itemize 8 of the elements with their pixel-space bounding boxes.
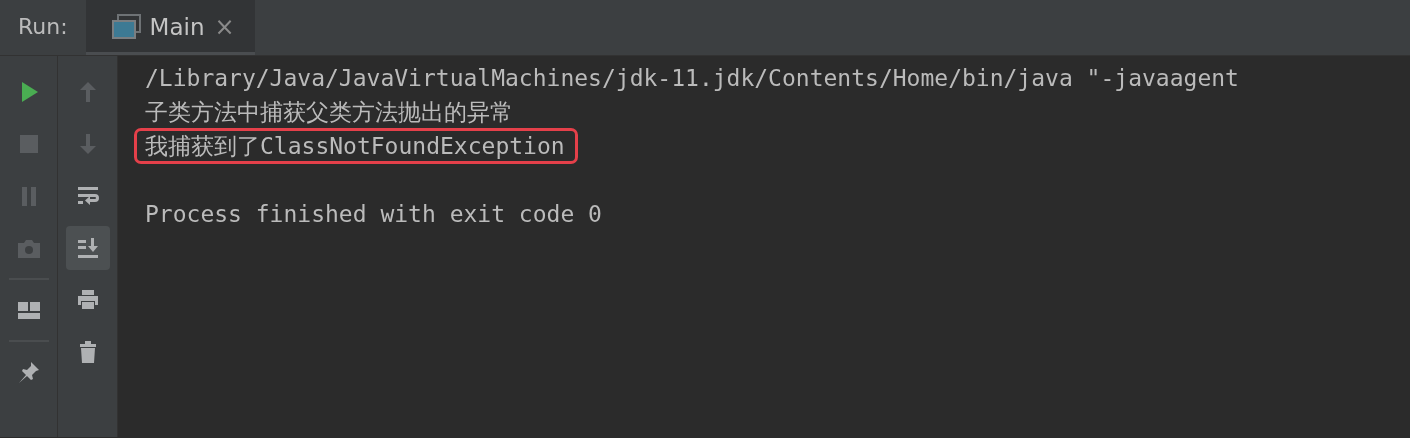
console-line: /Library/Java/JavaVirtualMachines/jdk-11.jdk/Contents/Home/bin/java "-javaagent	[144, 64, 1240, 93]
run-label: Run:	[17, 13, 69, 41]
scroll-to-end-button[interactable]	[65, 226, 110, 270]
console-line: 子类方法中捕获父类方法抛出的异常	[144, 98, 514, 127]
console-line: Process finished with exit code 0	[144, 200, 603, 229]
tab[interactable]: Main ×	[85, 0, 255, 55]
close-icon[interactable]: ×	[214, 9, 235, 45]
window-icon	[111, 14, 142, 40]
